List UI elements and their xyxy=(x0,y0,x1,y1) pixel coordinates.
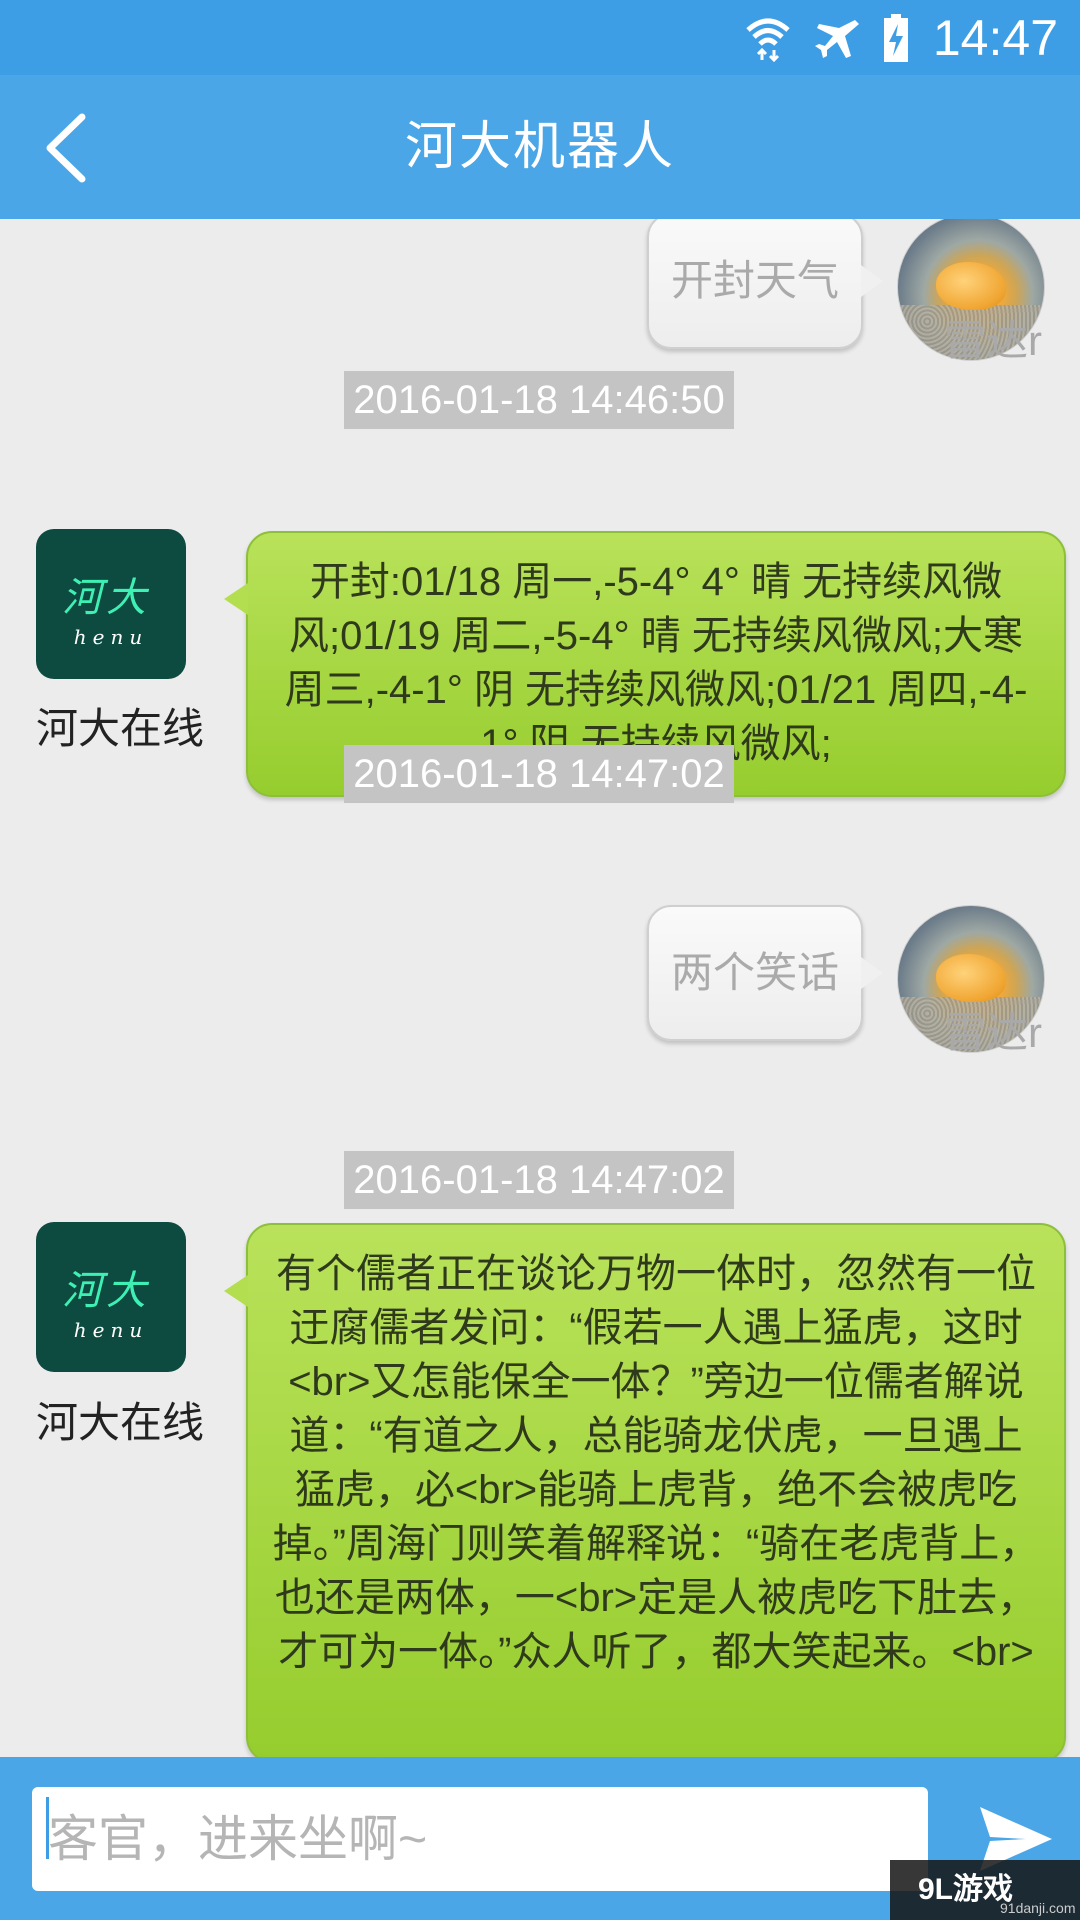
wifi-icon xyxy=(745,14,791,62)
bot-avatar[interactable]: 河大 henu xyxy=(36,529,186,679)
watermark-logo: 9L游戏 xyxy=(918,1873,1014,1906)
incoming-message-bubble[interactable]: 有个儒者正在谈论万物一体时，忽然有一位迂腐儒者发问：“假若一人遇上猛虎，这时<b… xyxy=(224,1223,1066,1757)
bot-avatar[interactable]: 河大 henu xyxy=(36,1222,186,1372)
status-time: 14:47 xyxy=(932,10,1058,66)
sender-name: 雷达r xyxy=(944,317,1042,364)
text-caret xyxy=(46,1797,49,1859)
app-bar: 河大机器人 xyxy=(0,75,1080,219)
avatar-image xyxy=(936,954,1006,1002)
sender-name: 河大在线 xyxy=(36,705,205,752)
watermark: 9L游戏 91danji.com xyxy=(890,1860,1080,1920)
chat-list[interactable]: 开封天气 雷达r 2016-01-18 14:46:50 河大 henu 河大在… xyxy=(0,219,1080,1757)
message-timestamp: 2016-01-18 14:47:02 xyxy=(344,1151,734,1209)
airplane-mode-icon xyxy=(814,16,859,60)
avatar-image xyxy=(936,262,1006,310)
status-bar: 14:47 xyxy=(0,0,1080,75)
henu-logo: 河大 xyxy=(62,575,150,621)
message-input[interactable] xyxy=(32,1787,928,1891)
page-title: 河大机器人 xyxy=(404,117,675,177)
henu-logo-sub: henu xyxy=(73,625,149,649)
message-timestamp: 2016-01-18 14:46:50 xyxy=(344,371,734,429)
henu-logo-sub: henu xyxy=(73,1318,149,1342)
message-timestamp: 2016-01-18 14:47:02 xyxy=(344,745,734,803)
watermark-url: 91danji.com xyxy=(1000,1900,1076,1916)
outgoing-message-bubble[interactable]: 开封天气 xyxy=(647,219,883,349)
sender-name: 雷达r xyxy=(944,1009,1042,1056)
sender-name: 河大在线 xyxy=(36,1399,205,1446)
henu-logo: 河大 xyxy=(62,1268,150,1314)
status-icons: 14:47 xyxy=(745,8,1058,68)
battery-charging-icon xyxy=(883,14,909,62)
outgoing-message-bubble[interactable]: 两个笑话 xyxy=(647,905,883,1041)
